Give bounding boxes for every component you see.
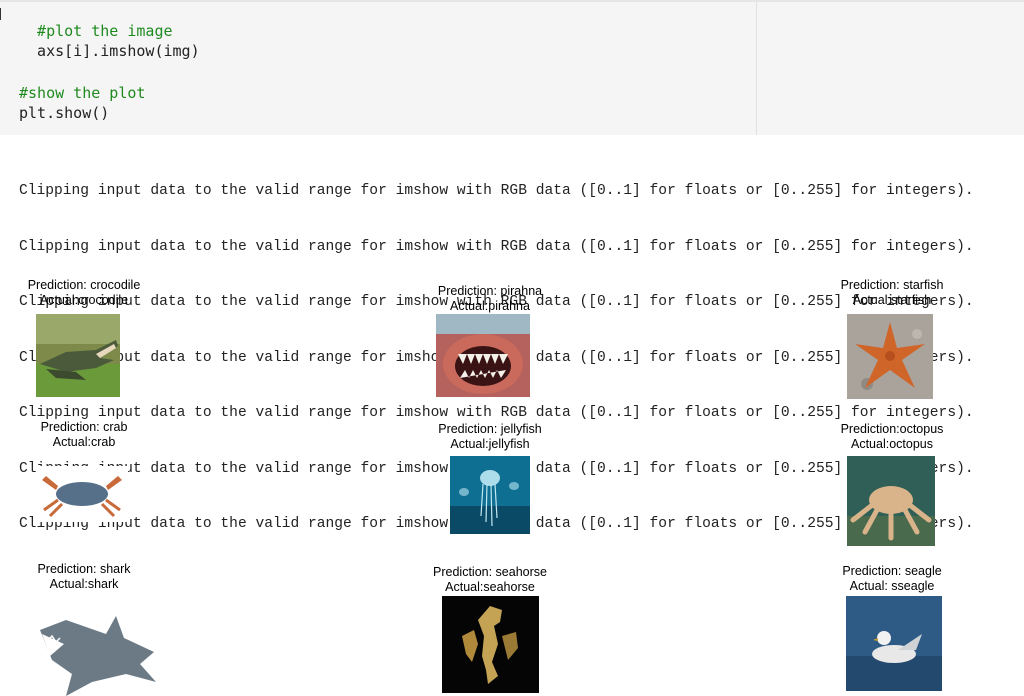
octopus-image (847, 456, 935, 546)
seagle-image (846, 596, 942, 691)
warning-line: Clipping input data to the valid range f… (19, 238, 974, 255)
prediction-label: Prediction: crab (40, 420, 128, 434)
figure-title-shark: Prediction: shark Actual:shark (24, 562, 144, 592)
prediction-label: Prediction: pirahna (437, 284, 543, 298)
actual-label: Actual:pirahna (450, 299, 530, 313)
cell-cursor (0, 8, 1, 20)
actual-label: Actual:starfish (852, 293, 932, 307)
figure-title-crab: Prediction: crab Actual:crab (24, 420, 144, 450)
crab-image (36, 466, 128, 522)
shark-image (36, 612, 158, 696)
figure-title-seagle: Prediction: seagle Actual: sseagle (832, 564, 952, 594)
prediction-label: Prediction:octopus (840, 422, 944, 436)
prediction-label: Prediction: jellyfish (438, 422, 542, 436)
prediction-label: Prediction: starfish (840, 278, 944, 292)
crocodile-image (36, 314, 120, 397)
actual-label: Actual:shark (49, 577, 119, 591)
starfish-image (847, 314, 933, 399)
actual-label: Actual:seahorse (445, 580, 535, 594)
pirahna-image (436, 314, 530, 397)
code-line-1[interactable]: #plot the image (19, 22, 172, 40)
figure-title-octopus: Prediction:octopus Actual:octopus (832, 422, 952, 452)
warning-line: Clipping input data to the valid range f… (19, 405, 974, 421)
code-line-5[interactable]: plt.show() (19, 104, 109, 122)
code-cell-divider (756, 2, 757, 135)
figure-title-crocodile: Prediction: crocodile Actual:crocodile (24, 278, 144, 308)
jellyfish-image (450, 456, 530, 534)
prediction-label: Prediction: seagle (842, 564, 942, 578)
actual-label: Actual:crocodile (39, 293, 129, 307)
code-line-2[interactable]: axs[i].imshow(img) (19, 42, 200, 60)
figure-title-jellyfish: Prediction: jellyfish Actual:jellyfish (420, 422, 560, 452)
seahorse-image (442, 596, 539, 693)
figure-title-seahorse: Prediction: seahorse Actual:seahorse (420, 565, 560, 595)
prediction-label: Prediction: shark (37, 562, 131, 576)
code-line-4[interactable]: #show the plot (19, 84, 145, 102)
actual-label: Actual:jellyfish (450, 437, 530, 451)
actual-label: Actual: sseagle (849, 579, 935, 593)
figure-title-starfish: Prediction: starfish Actual:starfish (832, 278, 952, 308)
figure-title-pirahna: Prediction: pirahna Actual:pirahna (420, 284, 560, 314)
warning-line: Clipping input data to the valid range f… (19, 183, 974, 199)
actual-label: Actual:crab (52, 435, 116, 449)
prediction-label: Prediction: crocodile (27, 278, 141, 292)
prediction-label: Prediction: seahorse (433, 565, 547, 579)
actual-label: Actual:octopus (851, 437, 933, 451)
